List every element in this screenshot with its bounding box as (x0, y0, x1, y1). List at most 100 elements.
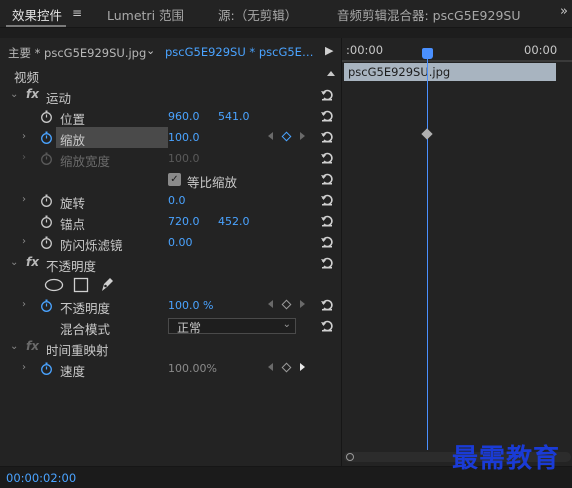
blend-mode-label: 混合模式 (60, 322, 111, 337)
twirl-closed-icon[interactable]: › (22, 131, 26, 142)
current-timecode[interactable]: 00:00:02:00 (6, 471, 76, 485)
motion-effect-row[interactable]: ⌄ fx 运动 (0, 85, 341, 106)
twirl-open-icon[interactable]: ⌄ (10, 89, 18, 100)
stopwatch-icon[interactable] (40, 110, 53, 123)
playhead-handle[interactable] (422, 48, 433, 59)
clip-name: pscG5E929SU.jpg (348, 65, 451, 79)
scroll-up-icon[interactable] (327, 71, 335, 76)
tab-effect-controls[interactable]: 效果控件 (12, 5, 62, 24)
tab-audio-clip-mixer[interactable]: 音频剪辑混合器: pscG5E929SU (337, 5, 520, 24)
scale-width-value: 100.0 (168, 152, 200, 165)
next-keyframe-icon[interactable] (300, 300, 305, 308)
tab-lumetri-scopes[interactable]: Lumetri 范围 (107, 5, 184, 24)
time-ruler[interactable] (342, 60, 572, 62)
rectangle-mask-icon[interactable] (73, 277, 89, 293)
play-only-audio-icon[interactable]: ▶ (325, 44, 333, 57)
reset-icon[interactable] (320, 172, 334, 186)
add-keyframe-icon[interactable] (281, 131, 292, 142)
anti-flicker-row: › 防闪烁滤镜 0.00 (0, 232, 341, 253)
motion-label: 运动 (46, 91, 72, 106)
speed-row: › 速度 100.00% (0, 358, 341, 379)
reset-icon[interactable] (320, 109, 334, 123)
time-remap-label: 时间重映射 (46, 343, 109, 358)
ellipse-mask-icon[interactable] (44, 278, 64, 292)
position-row: 位置 960.0 541.0 (0, 106, 341, 127)
master-clip-label[interactable]: 主要 * pscG5E929SU.jpg (8, 45, 146, 61)
anchor-y-value[interactable]: 452.0 (218, 215, 250, 228)
video-section-label: 视频 (14, 70, 40, 85)
time-remap-effect-row[interactable]: ⌄ fx 时间重映射 (0, 337, 341, 358)
twirl-open-icon[interactable]: ⌄ (10, 257, 18, 268)
zoom-handle[interactable] (346, 453, 354, 461)
more-tabs-icon[interactable]: » (560, 4, 568, 19)
reset-icon[interactable] (320, 88, 334, 102)
rotation-value[interactable]: 0.0 (168, 194, 186, 207)
twirl-closed-icon[interactable]: › (22, 194, 26, 205)
uniform-scale-label: 等比缩放 (187, 175, 238, 190)
stopwatch-icon[interactable] (40, 194, 53, 207)
reset-icon[interactable] (320, 193, 334, 207)
stopwatch-icon[interactable] (40, 236, 53, 249)
twirl-closed-icon[interactable]: › (22, 362, 26, 373)
next-keyframe-icon[interactable] (300, 363, 305, 371)
blend-mode-row: 混合模式 正常 ⌄ (0, 316, 341, 337)
pen-mask-icon[interactable] (99, 276, 115, 293)
opacity-value[interactable]: 100.0 % (168, 299, 213, 312)
reset-icon[interactable] (320, 235, 334, 249)
anti-flicker-label: 防闪烁滤镜 (60, 238, 123, 253)
stopwatch-icon[interactable] (40, 215, 53, 228)
scale-width-label: 缩放宽度 (60, 154, 111, 169)
scale-width-row: › 缩放宽度 100.0 (0, 148, 341, 169)
fx-icon[interactable]: fx (26, 87, 39, 101)
sequence-clip-label[interactable]: pscG5E929SU * pscG5E929... (165, 45, 315, 59)
add-keyframe-icon[interactable] (281, 362, 292, 373)
effect-timeline-panel: :00:00 00:00 pscG5E929SU.jpg (341, 38, 572, 466)
reset-icon[interactable] (320, 214, 334, 228)
stopwatch-active-icon[interactable] (40, 362, 53, 375)
active-tab-indicator (6, 25, 66, 27)
anchor-x-value[interactable]: 720.0 (168, 215, 200, 228)
position-label: 位置 (60, 112, 86, 127)
previous-keyframe-icon[interactable] (268, 300, 273, 308)
watermark-logo: 最需教育 (452, 444, 561, 474)
anchor-row: 锚点 720.0 452.0 (0, 211, 341, 232)
uniform-scale-row: ✓ 等比缩放 (0, 169, 341, 190)
opacity-effect-row[interactable]: ⌄ fx 不透明度 (0, 253, 341, 274)
previous-keyframe-icon[interactable] (268, 132, 273, 140)
reset-icon[interactable] (320, 256, 334, 270)
speed-label: 速度 (60, 364, 86, 379)
reset-icon[interactable] (320, 151, 334, 165)
blend-mode-dropdown[interactable]: 正常 ⌄ (168, 318, 296, 335)
reset-icon[interactable] (320, 130, 334, 144)
clip-bar[interactable]: pscG5E929SU.jpg (344, 63, 556, 81)
rotation-label: 旋转 (60, 196, 86, 211)
chevron-down-icon[interactable]: ⌄ (146, 44, 155, 57)
playhead-line[interactable] (427, 58, 428, 450)
opacity-section-label: 不透明度 (46, 259, 97, 274)
scale-value[interactable]: 100.0 (168, 131, 200, 144)
reset-icon[interactable] (320, 298, 334, 312)
position-y-value[interactable]: 541.0 (218, 110, 250, 123)
uniform-scale-checkbox[interactable]: ✓ (168, 173, 181, 186)
fx-icon: fx (26, 339, 39, 353)
scale-keyframe[interactable] (421, 128, 433, 140)
twirl-closed-icon[interactable]: › (22, 299, 26, 310)
rotation-row: › 旋转 0.0 (0, 190, 341, 211)
speed-value[interactable]: 100.00% (168, 362, 217, 375)
anchor-label: 锚点 (60, 217, 86, 232)
stopwatch-active-icon[interactable] (40, 299, 53, 312)
stopwatch-icon (41, 152, 52, 165)
panel-menu-icon[interactable]: ≡ (72, 6, 82, 20)
position-x-value[interactable]: 960.0 (168, 110, 200, 123)
opacity-row: › 不透明度 100.0 % (0, 295, 341, 316)
fx-icon[interactable]: fx (26, 255, 39, 269)
anti-flicker-value[interactable]: 0.00 (168, 236, 193, 249)
twirl-closed-icon[interactable]: › (22, 236, 26, 247)
stopwatch-active-icon[interactable] (40, 131, 53, 144)
next-keyframe-icon[interactable] (300, 132, 305, 140)
add-keyframe-icon[interactable] (281, 299, 292, 310)
previous-keyframe-icon[interactable] (268, 363, 273, 371)
reset-icon[interactable] (320, 319, 334, 333)
twirl-open-icon[interactable]: ⌄ (10, 341, 18, 352)
tab-source[interactable]: 源:（无剪辑） (218, 5, 297, 24)
